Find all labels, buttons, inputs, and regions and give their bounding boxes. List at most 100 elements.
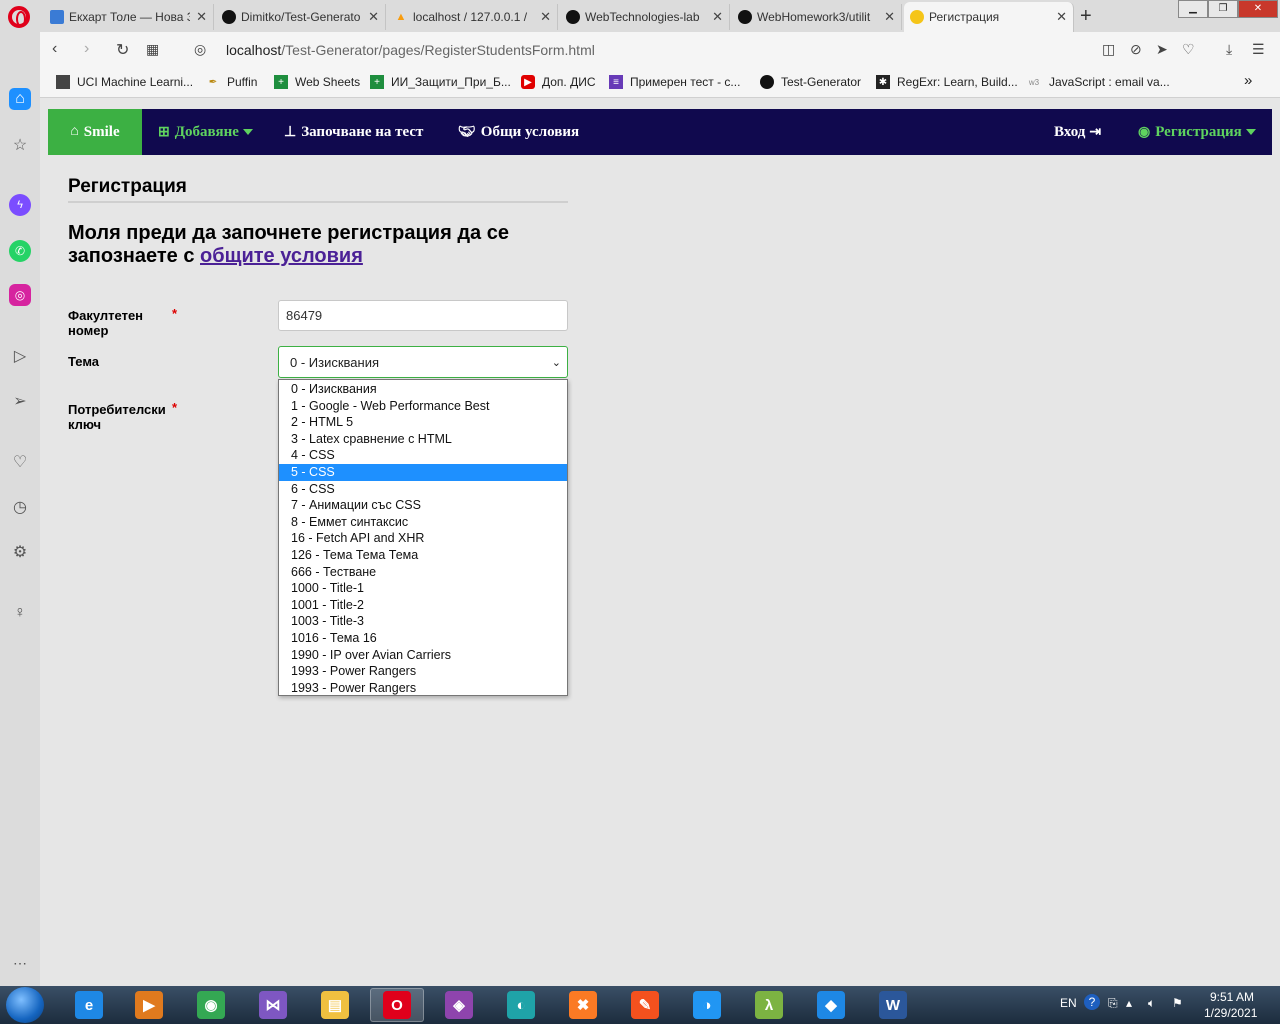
flow-send-icon[interactable]: ➢ xyxy=(9,390,31,412)
bookmark-item[interactable]: ≡ Примерен тест - с... xyxy=(609,75,740,89)
minimize-button[interactable]: ▁ xyxy=(1178,0,1208,18)
settings-gear-icon[interactable]: ⚙ xyxy=(9,541,31,563)
url-input[interactable]: localhost/Test-Generator/pages/RegisterS… xyxy=(226,36,1126,64)
action-center-icon[interactable]: ⚑ xyxy=(1172,996,1183,1010)
terms-link[interactable]: 🤝︎ Общи условия xyxy=(458,109,579,155)
tab-3[interactable]: ▲ localhost / 127.0.0.1 / ✕ xyxy=(388,4,558,30)
taskbar-app[interactable]: W xyxy=(866,988,920,1022)
theme-option[interactable]: 7 - Анимации със CSS xyxy=(279,497,567,514)
theme-option[interactable]: 4 - CSS xyxy=(279,447,567,464)
taskbar-app[interactable]: ✎ xyxy=(618,988,672,1022)
opera-menu-icon[interactable] xyxy=(8,6,30,28)
player-icon[interactable]: ▷ xyxy=(9,345,31,367)
theme-option[interactable]: 1016 - Тема 16 xyxy=(279,630,567,647)
theme-option[interactable]: 2 - HTML 5 xyxy=(279,414,567,431)
home-icon[interactable]: ⌂ xyxy=(9,88,31,110)
tips-lightbulb-icon[interactable]: ♀ xyxy=(9,602,31,624)
terms-link-inline[interactable]: общите условия xyxy=(200,245,363,267)
theme-option[interactable]: 126 - Тема Тема Тема xyxy=(279,547,567,564)
close-tab-icon[interactable]: ✕ xyxy=(368,9,379,25)
theme-option[interactable]: 5 - CSS xyxy=(279,463,567,481)
volume-icon[interactable]: 🔈︎ xyxy=(1148,996,1155,1011)
bookmark-item[interactable]: UCI Machine Learni... xyxy=(56,75,193,89)
site-info-icon[interactable]: ◎ xyxy=(194,41,206,58)
taskbar-app[interactable]: ◐ xyxy=(494,988,548,1022)
login-link[interactable]: Вход ⇥ xyxy=(1054,109,1101,155)
start-button[interactable] xyxy=(6,987,44,1023)
theme-option[interactable]: 666 - Тестване xyxy=(279,564,567,581)
close-tab-icon[interactable]: ✕ xyxy=(712,9,723,25)
network-tray-icon[interactable]: ⎘ xyxy=(1108,996,1118,1011)
bookmark-item[interactable]: + ИИ_Защити_При_Б... xyxy=(370,75,511,89)
taskbar-app[interactable]: O xyxy=(370,988,424,1022)
theme-option[interactable]: 6 - CSS xyxy=(279,481,567,498)
help-icon[interactable]: ? xyxy=(1084,994,1100,1010)
taskbar-app[interactable]: ▤ xyxy=(308,988,362,1022)
taskbar-app[interactable]: ◑ xyxy=(680,988,734,1022)
forward-button[interactable]: › xyxy=(84,40,89,58)
language-indicator[interactable]: EN xyxy=(1060,996,1077,1010)
clock-time[interactable]: 9:51 AM xyxy=(1210,990,1254,1004)
easy-setup-icon[interactable]: ☰ xyxy=(1252,41,1265,58)
whatsapp-icon[interactable]: ✆ xyxy=(9,240,31,262)
bookmark-item[interactable]: Test-Generator xyxy=(760,75,861,89)
speed-dial-star-icon[interactable]: ☆ xyxy=(9,134,31,156)
bookmarks-more-button[interactable]: » xyxy=(1244,72,1252,89)
camera-icon[interactable]: ◫ xyxy=(1102,41,1115,58)
theme-option[interactable]: 1 - Google - Web Performance Best xyxy=(279,398,567,415)
taskbar-app[interactable]: ◆ xyxy=(804,988,858,1022)
bookmark-item[interactable]: ✒ Puffin xyxy=(206,75,258,89)
start-test-link[interactable]: ⊥ Започване на тест xyxy=(284,109,423,155)
taskbar-app[interactable]: e xyxy=(62,988,116,1022)
faculty-number-input[interactable]: 86479 xyxy=(278,300,568,331)
theme-option[interactable]: 1993 - Power Rangers xyxy=(279,663,567,680)
taskbar-app[interactable]: ◈ xyxy=(432,988,486,1022)
theme-select[interactable]: 0 - Изисквания ⌄ xyxy=(278,346,568,378)
theme-option[interactable]: 1000 - Title-1 xyxy=(279,580,567,597)
theme-option[interactable]: 1003 - Title-3 xyxy=(279,613,567,630)
theme-option[interactable]: 0 - Изисквания xyxy=(279,381,567,398)
more-options-icon[interactable]: ⋯ xyxy=(9,952,31,974)
taskbar-app[interactable]: ⋈ xyxy=(246,988,300,1022)
bookmark-item[interactable]: ▶ Доп. ДИС xyxy=(521,75,596,89)
download-icon[interactable]: ⤓ xyxy=(1226,41,1232,58)
instagram-icon[interactable]: ◎ xyxy=(9,284,31,306)
adblock-icon[interactable]: ⊘ xyxy=(1130,41,1142,58)
bookmark-item[interactable]: w3 JavaScript : email va... xyxy=(1026,75,1170,89)
new-tab-button[interactable]: + xyxy=(1080,5,1092,28)
show-hidden-icons[interactable]: ▴ xyxy=(1126,996,1132,1010)
close-window-button[interactable]: ✕ xyxy=(1238,0,1278,18)
history-icon[interactable]: ◷ xyxy=(9,496,31,518)
taskbar-app[interactable]: λ xyxy=(742,988,796,1022)
theme-option[interactable]: 3 - Latex сравнение с HTML xyxy=(279,431,567,448)
theme-option[interactable]: 1990 - IP over Avian Carriers xyxy=(279,647,567,664)
add-dropdown[interactable]: ⊞ Добавяне xyxy=(158,109,253,155)
bookmark-item[interactable]: + Web Sheets xyxy=(274,75,360,89)
tab-5[interactable]: WebHomework3/utilit ✕ xyxy=(732,4,902,30)
tab-1[interactable]: Екхарт Толе — Нова З ✕ xyxy=(44,4,214,30)
close-tab-icon[interactable]: ✕ xyxy=(540,9,551,25)
close-tab-icon[interactable]: ✕ xyxy=(196,9,207,25)
theme-option[interactable]: 16 - Fetch API and XHR xyxy=(279,530,567,547)
heart-icon[interactable]: ♡ xyxy=(9,451,31,473)
theme-option[interactable]: 8 - Еммет синтаксис xyxy=(279,514,567,531)
bookmark-item[interactable]: ✱ RegExr: Learn, Build... xyxy=(876,75,1018,89)
maximize-button[interactable]: ❐ xyxy=(1208,0,1238,18)
brand-link[interactable]: ⌂ Smile xyxy=(48,109,142,155)
send-icon[interactable]: ➤ xyxy=(1156,41,1168,58)
register-dropdown[interactable]: ◉ Регистрация xyxy=(1138,109,1256,155)
taskbar-app[interactable]: ◉ xyxy=(184,988,238,1022)
back-button[interactable]: ‹ xyxy=(52,40,57,58)
tab-active[interactable]: Регистрация ✕ xyxy=(904,2,1074,32)
tab-2[interactable]: Dimitko/Test-Generato ✕ xyxy=(216,4,386,30)
tab-4[interactable]: WebTechnologies-lab ✕ xyxy=(560,4,730,30)
taskbar-app[interactable]: ✖ xyxy=(556,988,610,1022)
close-tab-icon[interactable]: ✕ xyxy=(884,9,895,25)
close-tab-icon[interactable]: ✕ xyxy=(1056,9,1067,25)
theme-option[interactable]: 1001 - Title-2 xyxy=(279,597,567,614)
heart-icon[interactable]: ♡ xyxy=(1182,41,1195,58)
reload-button[interactable]: ↻ xyxy=(116,40,129,60)
messenger-icon[interactable]: ϟ xyxy=(9,194,31,216)
theme-option[interactable]: 1993 - Power Rangers xyxy=(279,680,567,697)
taskbar-app[interactable]: ▶ xyxy=(122,988,176,1022)
